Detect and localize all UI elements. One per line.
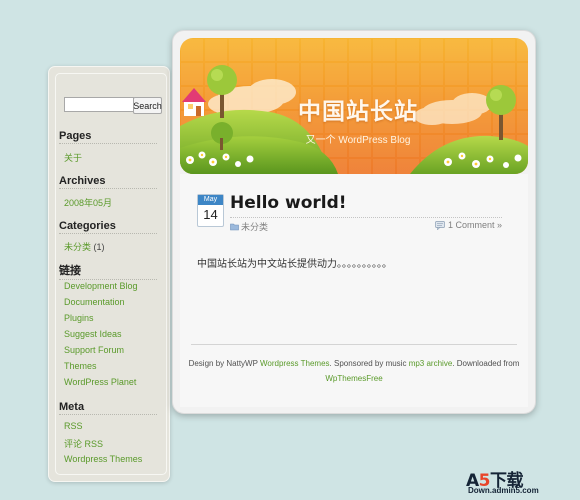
meta-link-comments-rss[interactable]: 评论 RSS: [64, 437, 103, 450]
site-title[interactable]: 中国站长站: [298, 92, 418, 126]
post-comments-link[interactable]: 1 Comment »: [448, 220, 502, 230]
link-themes[interactable]: Themes: [64, 361, 97, 371]
watermark-url: Down.admin5.com: [468, 486, 539, 495]
post-date-day: 14: [203, 207, 218, 222]
footer-link-wpthemesfree[interactable]: WpThemesFree: [325, 374, 382, 383]
meta-link-wordpress-themes[interactable]: Wordpress Themes: [64, 454, 142, 464]
post-meta-divider: [230, 217, 502, 218]
link-development-blog[interactable]: Development Blog: [64, 281, 138, 291]
footer-text-middle: . Sponsored by music: [329, 359, 409, 368]
link-documentation[interactable]: Documentation: [64, 297, 125, 307]
post-body-text: 中国站长站为中文站长提供动力。。。。。。。。。。: [197, 259, 392, 270]
category-count: (1): [93, 242, 105, 252]
main-content-card: 中国站长站 又一个 WordPress Blog May 14 Hello wo…: [172, 30, 536, 414]
meta-link-rss[interactable]: RSS: [64, 421, 83, 431]
category-item: 未分类 (1): [64, 240, 105, 253]
post-comments: 1 Comment »: [435, 220, 502, 230]
site-tagline: 又一个 WordPress Blog: [305, 135, 411, 146]
link-plugins[interactable]: Plugins: [64, 313, 94, 323]
footer-link-wordpress-themes[interactable]: Wordpress Themes: [260, 359, 330, 368]
footer-text-prefix: Design by NattyWP: [188, 359, 261, 368]
link-support-forum[interactable]: Support Forum: [64, 345, 124, 355]
footer-credits: Design by NattyWP Wordpress Themes. Spon…: [188, 356, 520, 386]
post-category-link[interactable]: 未分类: [241, 220, 268, 233]
footer-divider: [191, 344, 517, 345]
footer-link-mp3-archive[interactable]: mp3 archive: [409, 359, 453, 368]
search-button[interactable]: Search: [133, 97, 162, 114]
folder-icon: [230, 223, 239, 231]
page-link-about[interactable]: 关于: [64, 151, 82, 164]
post-area: May 14 Hello world! 未分类 1 Comment » 中国站长…: [180, 174, 528, 407]
footer-text-suffix: . Downloaded from: [452, 359, 520, 368]
search-input[interactable]: [64, 97, 134, 112]
categories-heading: Categories: [59, 220, 157, 234]
archive-link[interactable]: 2008年05月: [64, 196, 112, 209]
meta-heading: Meta: [59, 401, 157, 415]
post-title[interactable]: Hello world!: [230, 193, 347, 213]
links-heading: 链接: [59, 262, 157, 280]
post-category: 未分类: [230, 220, 268, 233]
pages-heading: Pages: [59, 130, 157, 144]
link-suggest-ideas[interactable]: Suggest Ideas: [64, 329, 122, 339]
link-wordpress-planet[interactable]: WordPress Planet: [64, 377, 136, 387]
comment-icon: [435, 220, 445, 230]
sidebar: Search Pages 关于 Archives 2008年05月 Catego…: [48, 66, 170, 482]
archives-heading: Archives: [59, 175, 157, 189]
post-date-month: May: [198, 195, 223, 205]
category-link[interactable]: 未分类: [64, 242, 91, 252]
header-banner: 中国站长站 又一个 WordPress Blog: [180, 38, 528, 174]
post-date-badge: May 14: [197, 194, 224, 227]
